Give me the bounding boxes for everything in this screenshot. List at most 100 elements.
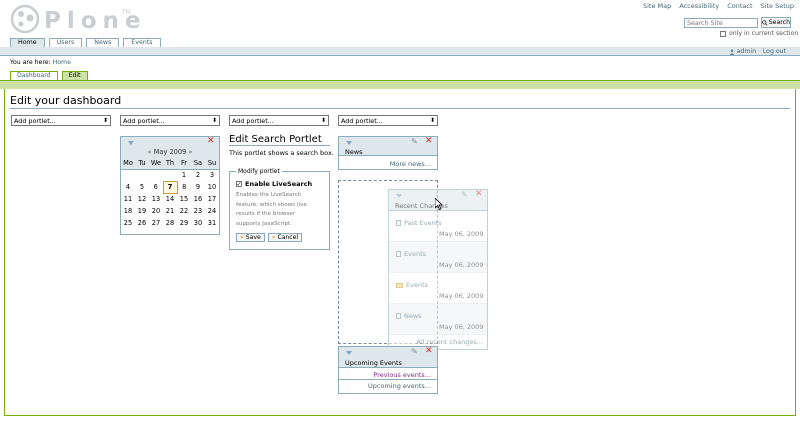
contact-link[interactable]: Contact: [727, 2, 752, 10]
breadcrumb-home[interactable]: Home: [53, 59, 71, 66]
upcoming-events-title: Upcoming Events: [345, 359, 402, 367]
plone-logo[interactable]: [10, 4, 40, 34]
only-current-section: only in current section: [720, 30, 798, 37]
document-icon: [396, 313, 401, 319]
help-line: results if the browser: [236, 211, 296, 217]
delete-icon[interactable]: ✕: [475, 189, 483, 199]
edit-icon[interactable]: ✎: [411, 137, 418, 146]
calendar-day: 9: [195, 183, 201, 191]
nav-tab-news[interactable]: News: [86, 38, 120, 47]
accessibility-link[interactable]: Accessibility: [679, 2, 719, 10]
chevron-down-icon: ⬍: [320, 117, 326, 124]
search-icon: [762, 19, 768, 26]
list-item-title: Past Events: [404, 219, 442, 227]
livesearch-checkbox[interactable]: ✓: [236, 181, 242, 188]
list-item-label: Events: [396, 250, 426, 258]
upcoming-events-link[interactable]: Upcoming events...: [339, 380, 437, 390]
collapse-triangle-icon[interactable]: [346, 141, 352, 145]
news-portlet-title: News: [345, 148, 363, 156]
add-portlet-select-1-value: Add portlet...: [14, 116, 56, 125]
search-input[interactable]: [684, 18, 758, 28]
add-portlet-select-2-value: Add portlet...: [123, 116, 165, 125]
calendar-day: 25: [123, 219, 133, 227]
nav-tab-events[interactable]: Events: [123, 38, 161, 47]
list-item[interactable]: News May 06, 2009: [389, 304, 487, 335]
calendar-day: 24: [207, 207, 217, 215]
only-current-checkbox[interactable]: [720, 30, 726, 37]
day-header: Sa: [191, 157, 205, 170]
search-portlet-description: This portlet shows a search box.: [229, 149, 334, 157]
calendar-next[interactable]: »: [188, 148, 192, 156]
calendar-day: [149, 169, 163, 181]
calendar-day: 2: [195, 171, 201, 180]
nav-tab-home[interactable]: Home: [10, 38, 45, 47]
list-item[interactable]: Past Events May 06, 2009: [389, 211, 487, 242]
calendar-day: 8: [182, 183, 187, 191]
add-portlet-select-3[interactable]: Add portlet... ⬍: [229, 115, 329, 126]
tab-edit[interactable]: Edit: [61, 71, 88, 80]
calendar-day: 21: [165, 207, 175, 215]
delete-icon[interactable]: ✕: [425, 136, 433, 146]
calendar-day: 6: [153, 183, 158, 191]
add-portlet-select-4[interactable]: Add portlet... ⬍: [338, 115, 438, 126]
user-name: admin: [736, 48, 756, 55]
global-nav: Home Users News Events: [10, 38, 161, 47]
add-portlet-select-1[interactable]: Add portlet... ⬍: [11, 115, 111, 126]
cancel-button[interactable]: » Cancel: [267, 233, 303, 242]
calendar-day: 20: [151, 207, 161, 215]
search-button[interactable]: Search: [761, 17, 791, 28]
collapse-triangle-icon[interactable]: [346, 351, 352, 355]
add-portlet-select-2[interactable]: Add portlet... ⬍: [120, 115, 220, 126]
upcoming-events-portlet: ✎ ✕ Upcoming Events Previous events... U…: [338, 346, 438, 394]
modify-portlet-fieldset: Modify portlet ✓ Enable LiveSearch Enabl…: [229, 168, 330, 250]
list-item-title: Events: [404, 250, 427, 258]
calendar-day: 12: [137, 195, 147, 203]
chevron-down-icon: ⬍: [102, 117, 108, 124]
nav-tab-users[interactable]: Users: [48, 38, 83, 47]
calendar-prev[interactable]: «: [148, 148, 152, 156]
search-portlet-divider: [229, 145, 330, 146]
save-button[interactable]: » Save: [236, 233, 265, 242]
user-link[interactable]: admin: [729, 48, 756, 55]
edit-icon[interactable]: ✎: [461, 190, 468, 199]
document-icon: [396, 220, 401, 226]
breadcrumb-prefix: You are here:: [10, 59, 51, 66]
content-tabs: Dashboard Edit: [10, 71, 88, 80]
calendar-portlet: ✕ « May 2009 » Mo Tu We Th Fr Sa Su 123 …: [120, 136, 220, 235]
day-header: Th: [163, 157, 177, 170]
news-portlet-header: ✎ ✕ News: [339, 136, 437, 156]
only-current-label: only in current section: [729, 30, 799, 37]
add-portlet-select-4-value: Add portlet...: [341, 116, 383, 125]
help-line: feature, which shows live: [236, 201, 307, 208]
title-divider: [10, 108, 790, 109]
logout-link[interactable]: Log out: [763, 48, 786, 55]
list-item[interactable]: Events May 06, 2009: [389, 242, 487, 273]
calendar-day: 14: [165, 195, 175, 204]
calendar-day: [163, 169, 177, 181]
calendar-day: 18: [123, 207, 133, 215]
delete-icon[interactable]: ✕: [425, 346, 433, 356]
save-button-label: Save: [245, 234, 261, 241]
calendar-day: 13: [151, 195, 161, 203]
calendar-day: 26: [137, 219, 147, 227]
day-header: We: [149, 157, 163, 170]
breadcrumb: You are here: Home: [10, 59, 71, 66]
site-setup-link[interactable]: Site Setup: [761, 2, 794, 10]
all-recent-changes-link[interactable]: All recent changes...: [389, 335, 487, 346]
list-item[interactable]: Events May 06, 2009: [389, 273, 487, 304]
collapse-triangle-icon[interactable]: [396, 194, 402, 198]
calendar-day: 15: [179, 195, 189, 203]
tab-dashboard[interactable]: Dashboard: [10, 71, 58, 80]
recent-changes-portlet[interactable]: ✎ ✕ Recent Changes Past Events May 06, 2…: [388, 189, 488, 350]
calendar-day: [135, 169, 149, 181]
edit-icon[interactable]: ✎: [411, 347, 418, 356]
more-news-link[interactable]: More news...: [339, 156, 437, 168]
collapse-triangle-icon[interactable]: [128, 141, 134, 145]
content-tab-bar: [0, 80, 800, 89]
day-header: Fr: [177, 157, 191, 170]
previous-events-link[interactable]: Previous events...: [339, 368, 437, 380]
site-map-link[interactable]: Site Map: [643, 2, 671, 10]
delete-icon[interactable]: ✕: [207, 136, 215, 146]
calendar-day: [121, 169, 135, 181]
document-icon: [396, 251, 401, 257]
